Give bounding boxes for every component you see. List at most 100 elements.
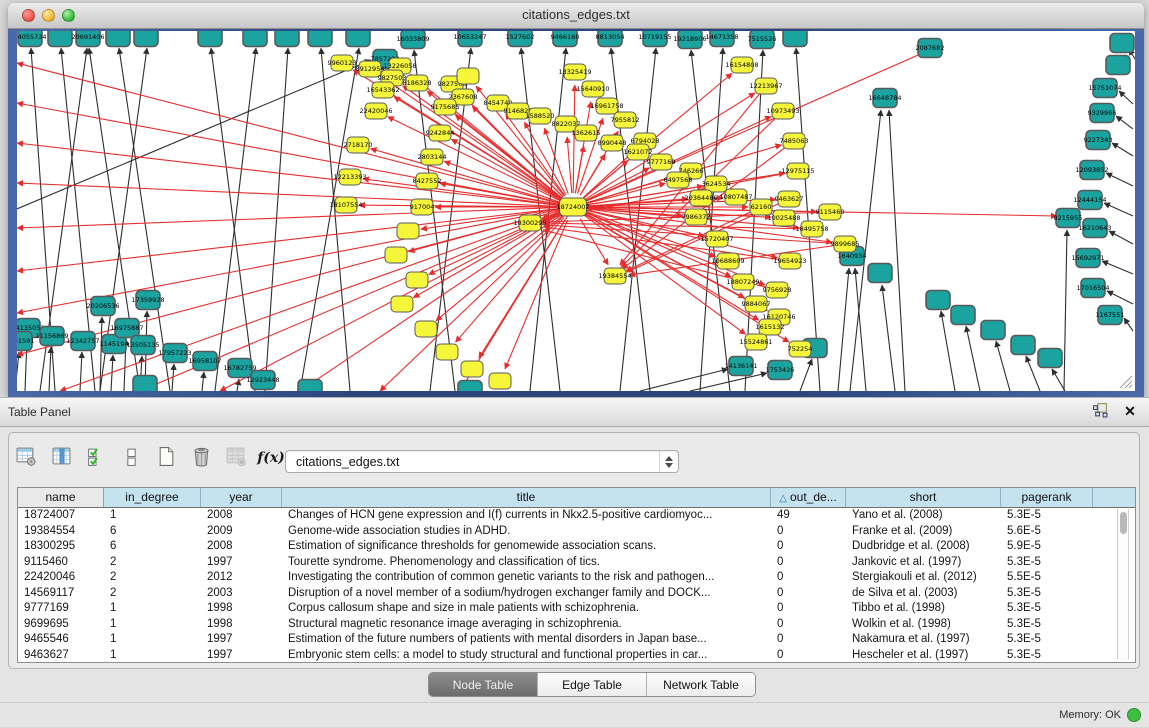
table-cell[interactable]: 5.3E-5 xyxy=(1001,601,1093,617)
network-node[interactable]: 16033809 xyxy=(396,31,429,49)
table-row[interactable]: 977716911998Corpus callosum shape and si… xyxy=(18,601,1135,617)
network-node[interactable]: 16154808 xyxy=(725,57,758,73)
network-node[interactable]: 11156869 xyxy=(35,327,68,346)
table-cell[interactable]: de Silva et al. (2003) xyxy=(846,586,1001,602)
table-cell[interactable]: 18724007 xyxy=(18,508,104,524)
window-titlebar[interactable]: citations_edges.txt xyxy=(8,3,1144,29)
network-node[interactable]: 16975887 xyxy=(110,319,143,338)
network-node[interactable]: 8427552 xyxy=(413,173,442,189)
network-node[interactable] xyxy=(436,344,458,360)
table-row[interactable]: 1456911722003Disruption of a novel membe… xyxy=(18,586,1135,602)
network-node[interactable]: 9466160 xyxy=(551,31,580,47)
network-node[interactable] xyxy=(346,31,370,47)
table-cell[interactable]: 1 xyxy=(104,601,201,617)
float-panel-button[interactable] xyxy=(1091,403,1109,421)
tab-node-table[interactable]: Node Table xyxy=(429,673,538,696)
network-node[interactable]: 9115460 xyxy=(816,204,845,220)
table-cell[interactable]: 1 xyxy=(104,617,201,633)
table-cell[interactable]: 2009 xyxy=(201,524,282,540)
table-cell[interactable]: 5.3E-5 xyxy=(1001,617,1093,633)
network-node[interactable] xyxy=(1011,336,1035,355)
column-header-out-de-[interactable]: △out_de... xyxy=(771,488,846,507)
delete-column-button[interactable] xyxy=(189,446,213,470)
table-cell[interactable]: 0 xyxy=(771,539,846,555)
column-header-pagerank[interactable]: pagerank xyxy=(1001,488,1093,507)
table-cell[interactable]: 0 xyxy=(771,570,846,586)
table-cell[interactable]: Structural magnetic resonance image aver… xyxy=(282,617,771,633)
table-cell[interactable]: 19384554 xyxy=(18,524,104,540)
table-cell[interactable]: 9777169 xyxy=(18,601,104,617)
network-node[interactable]: 10688609 xyxy=(711,253,744,269)
network-node[interactable]: 6497568 xyxy=(664,172,693,188)
network-node[interactable]: 10025488 xyxy=(767,210,800,226)
table-cell[interactable]: 1 xyxy=(104,508,201,524)
network-node[interactable] xyxy=(198,31,222,47)
network-node[interactable] xyxy=(415,321,437,337)
network-node[interactable]: 15524861 xyxy=(739,334,772,350)
network-node[interactable]: 2087682 xyxy=(916,39,945,58)
table-cell[interactable]: 1998 xyxy=(201,617,282,633)
table-cell[interactable]: 14569117 xyxy=(18,586,104,602)
table-selector-dropdown[interactable]: citations_edges.txt xyxy=(285,450,679,473)
network-node[interactable]: 2803144 xyxy=(418,149,447,165)
table-cell[interactable]: 0 xyxy=(771,586,846,602)
network-node[interactable] xyxy=(489,373,511,389)
network-node[interactable] xyxy=(458,381,482,392)
network-node[interactable]: 8813054 xyxy=(596,31,625,47)
table-cell[interactable]: 18300295 xyxy=(18,539,104,555)
table-cell[interactable]: 1997 xyxy=(201,632,282,648)
network-node[interactable] xyxy=(391,296,413,312)
network-node[interactable]: 1615132 xyxy=(756,319,785,335)
column-header-title[interactable]: title xyxy=(282,488,771,507)
network-node[interactable]: 10719155 xyxy=(638,31,671,47)
network-node[interactable]: 2718170 xyxy=(344,137,373,153)
network-node[interactable]: 20206536 xyxy=(86,297,119,316)
table-cell[interactable]: 1997 xyxy=(201,555,282,571)
table-row[interactable]: 946554611997Estimation of the future num… xyxy=(18,632,1135,648)
network-node[interactable]: 1527602 xyxy=(506,31,535,47)
network-node[interactable]: 7986372 xyxy=(682,209,711,225)
network-node[interactable]: 9227343 xyxy=(1084,131,1113,150)
table-cell[interactable]: 1998 xyxy=(201,601,282,617)
table-cell[interactable]: Hescheler et al. (1997) xyxy=(846,648,1001,664)
table-cell[interactable]: Stergiakouli et al. (2012) xyxy=(846,570,1001,586)
network-node[interactable] xyxy=(868,264,892,283)
network-node[interactable] xyxy=(981,321,1005,340)
network-node[interactable]: 12093852 xyxy=(1075,161,1108,180)
close-panel-button[interactable]: ✕ xyxy=(1121,403,1139,421)
table-cell[interactable]: 6 xyxy=(104,524,201,540)
table-cell[interactable]: 5.3E-5 xyxy=(1001,555,1093,571)
network-node[interactable]: 15751074 xyxy=(1088,79,1121,98)
network-node[interactable]: 9899685 xyxy=(831,236,860,252)
function-builder-button[interactable]: f(x) xyxy=(259,446,283,470)
network-node[interactable]: 7485063 xyxy=(780,133,809,149)
table-cell[interactable]: Estimation of the future numbers of pati… xyxy=(282,632,771,648)
network-node[interactable]: 18495758 xyxy=(795,221,828,237)
network-node[interactable] xyxy=(134,31,158,47)
table-cell[interactable]: 6 xyxy=(104,539,201,555)
network-node[interactable]: 15692971 xyxy=(1071,249,1104,268)
network-canvas[interactable]: 1405572420691406160338091065324715276029… xyxy=(17,31,1135,391)
network-node[interactable]: 12975115 xyxy=(781,163,814,179)
network-node[interactable]: 1362615 xyxy=(572,125,601,141)
network-node[interactable] xyxy=(783,31,807,47)
table-cell[interactable]: 2008 xyxy=(201,508,282,524)
table-row[interactable]: 911546021997Tourette syndrome. Phenomeno… xyxy=(18,555,1135,571)
network-node[interactable] xyxy=(308,31,332,47)
network-node[interactable]: 62160 xyxy=(750,199,772,215)
network-node[interactable]: 10653247 xyxy=(453,31,486,47)
table-cell[interactable]: 2003 xyxy=(201,586,282,602)
table-cell[interactable]: 0 xyxy=(771,648,846,664)
network-node[interactable] xyxy=(243,31,267,47)
network-node[interactable] xyxy=(1038,349,1062,368)
network-node[interactable] xyxy=(106,31,130,47)
network-node[interactable]: 3931591 xyxy=(17,332,34,351)
table-cell[interactable]: 2 xyxy=(104,555,201,571)
column-header-in-degree[interactable]: in_degree xyxy=(104,488,201,507)
network-node[interactable]: 9463627 xyxy=(775,191,804,207)
table-row[interactable]: 946362711997Embryonic stem cells: a mode… xyxy=(18,648,1135,664)
table-cell[interactable]: 0 xyxy=(771,632,846,648)
network-node[interactable]: 8990448 xyxy=(598,135,627,151)
table-cell[interactable]: Dudbridge et al. (2008) xyxy=(846,539,1001,555)
network-node[interactable] xyxy=(926,291,950,310)
